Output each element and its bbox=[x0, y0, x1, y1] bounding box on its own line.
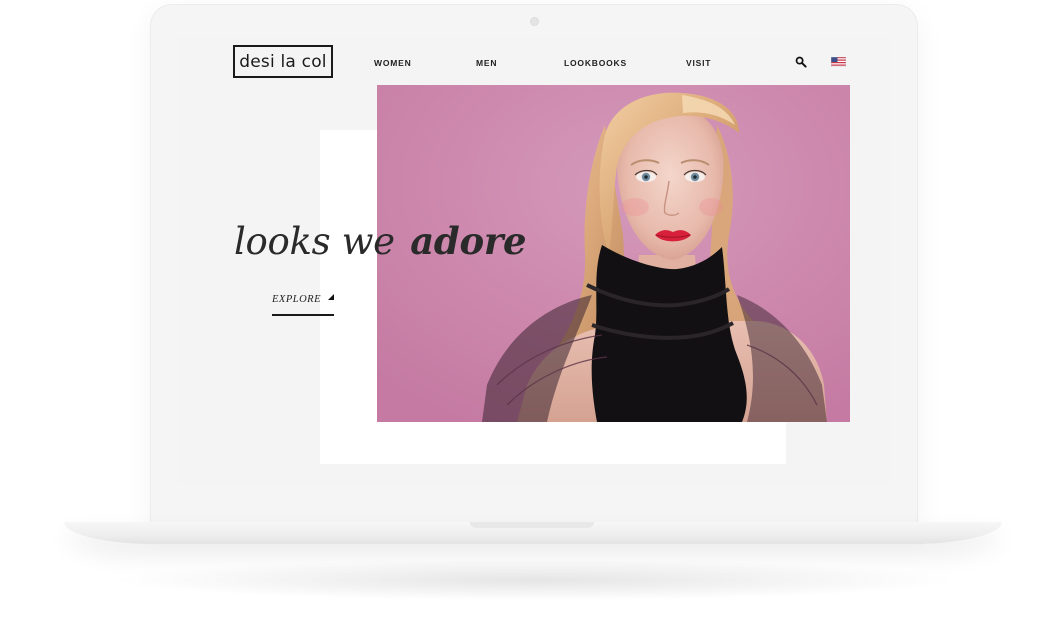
headline-word-2: we bbox=[341, 220, 395, 263]
headline-word-1: looks bbox=[234, 220, 331, 263]
us-flag-icon[interactable] bbox=[831, 57, 846, 67]
logo-text: desi la col bbox=[239, 51, 327, 72]
nav-women[interactable]: WOMEN bbox=[374, 58, 412, 68]
website-screen: desi la col WOMEN MEN LOOKBOOKS VISIT lo… bbox=[178, 37, 890, 484]
search-icon[interactable] bbox=[795, 56, 807, 68]
nav-lookbooks[interactable]: LOOKBOOKS bbox=[564, 58, 627, 68]
webcam-icon bbox=[530, 17, 539, 26]
explore-label: EXPLORE bbox=[272, 294, 321, 305]
corner-arrow-icon bbox=[328, 294, 334, 300]
headline-word-3: adore bbox=[410, 219, 527, 263]
laptop-notch bbox=[470, 522, 594, 528]
site-logo[interactable]: desi la col bbox=[233, 45, 333, 78]
nav-visit[interactable]: VISIT bbox=[686, 58, 711, 68]
explore-button[interactable]: EXPLORE bbox=[272, 289, 334, 316]
nav-men[interactable]: MEN bbox=[476, 58, 497, 68]
laptop-mockup: desi la col WOMEN MEN LOOKBOOKS VISIT lo… bbox=[0, 0, 1063, 641]
laptop-shadow bbox=[120, 560, 950, 600]
hero-headline: looks we adore bbox=[234, 219, 527, 263]
